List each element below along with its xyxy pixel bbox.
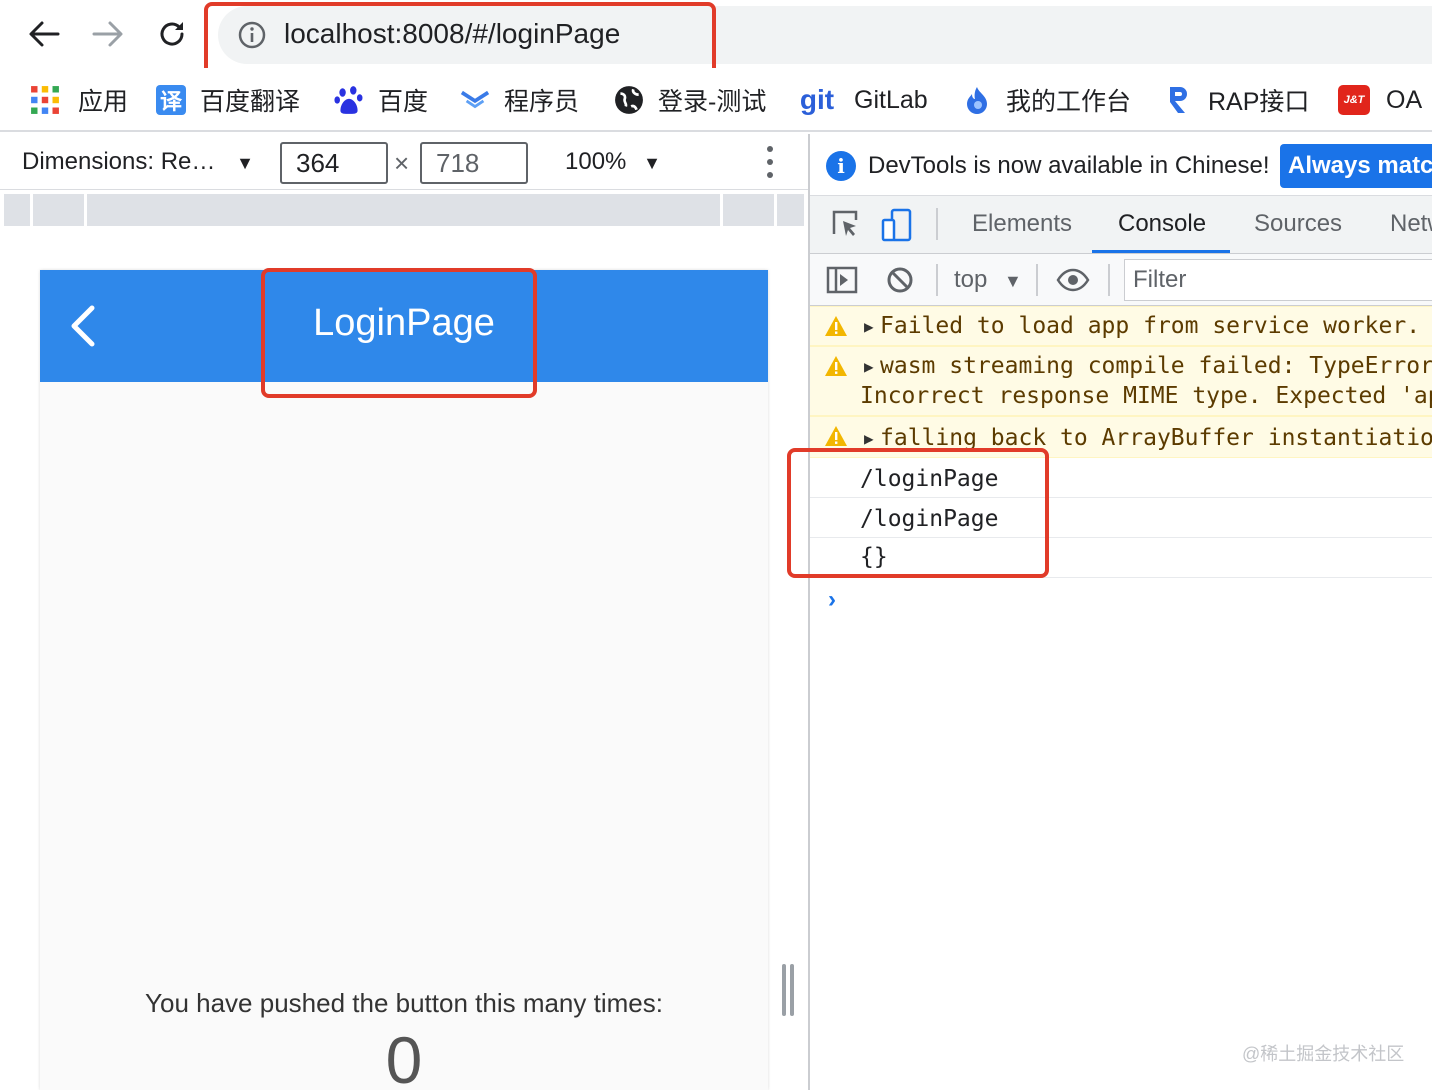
bookmark-label: 应用 (78, 88, 129, 116)
bookmark-baidu[interactable]: 百度 (334, 80, 428, 120)
apps-grid-icon (31, 86, 59, 114)
title-highlight-box (261, 268, 537, 398)
bookmark-label: GitLab (854, 85, 928, 114)
bookmark-programmer[interactable]: 程序员 (460, 80, 579, 120)
zoom-label: 100% (565, 148, 627, 175)
flame-logo-icon (967, 87, 987, 114)
tab-console[interactable]: Console (1118, 210, 1206, 238)
bookmark-baidu-translate[interactable]: 译 百度翻译 (156, 80, 300, 120)
watermark: @稀土掘金技术社区 (1242, 1044, 1405, 1064)
jt-logo-icon: J&T (1338, 85, 1370, 115)
device-toggle-icon[interactable] (880, 208, 914, 242)
resize-handle[interactable] (782, 964, 794, 1016)
times-sign: × (394, 148, 410, 178)
bookmark-apps[interactable]: 应用 (30, 80, 128, 120)
clear-console-icon[interactable] (886, 266, 914, 294)
language-infobar: i DevTools is now available in Chinese! … (810, 134, 1432, 196)
caret-down-icon: ▼ (236, 153, 254, 173)
filter-input[interactable]: Filter (1124, 259, 1432, 301)
expand-triangle-icon[interactable]: ▶ (864, 317, 874, 336)
bookmark-label: 登录-测试 (658, 88, 767, 116)
console-toolbar: top ▼ Filter (810, 254, 1432, 306)
rap-logo-icon (1170, 87, 1187, 113)
width-input[interactable]: 364 (280, 142, 388, 184)
bookmark-label: 百度翻译 (200, 88, 301, 116)
arrow-right-icon (92, 21, 123, 47)
console-message-text: Failed to load app from service worker. (880, 313, 1421, 339)
live-expression-eye-icon[interactable] (1056, 268, 1090, 292)
bookmark-workbench[interactable]: 我的工作台 (962, 80, 1131, 120)
reload-icon (160, 22, 184, 46)
devtools-tabbar: Elements Console Sources Network (810, 196, 1432, 254)
counter-value: 0 (385, 1023, 423, 1090)
browser-toolbar: localhost:8008/#/loginPage (0, 0, 1432, 77)
url-highlight-box (204, 2, 716, 77)
dimensions-label: Dimensions: Re… (22, 148, 216, 175)
bookmark-rap[interactable]: RAP接口 (1164, 80, 1309, 120)
forward-button[interactable] (86, 12, 130, 56)
tab-sources[interactable]: Sources (1254, 210, 1342, 238)
back-button[interactable] (22, 12, 66, 56)
bookmark-label: RAP接口 (1208, 88, 1310, 116)
infobar-message: DevTools is now available in Chinese! (868, 152, 1270, 179)
baidu-paw-icon (334, 86, 363, 114)
tab-elements[interactable]: Elements (972, 210, 1072, 238)
context-label: top (954, 266, 988, 293)
devtools-panel: i DevTools is now available in Chinese! … (808, 134, 1432, 1090)
tab-network[interactable]: Network (1390, 210, 1432, 238)
warning-icon (825, 316, 847, 336)
chevron-logo-icon (460, 90, 490, 109)
bookmark-label: 我的工作台 (1006, 88, 1132, 116)
more-options-icon[interactable] (760, 146, 780, 178)
bookmark-gitlab[interactable]: git GitLab (800, 80, 928, 120)
reload-button[interactable] (150, 12, 194, 56)
bookmark-login-test[interactable]: 登录-测试 (614, 80, 766, 120)
bookmarks-bar: 应用 译 百度翻译 百度 程序员 登录-测试 git GitLab 我的工作台 … (0, 68, 1432, 132)
console-message-text-continued: Incorrect response MIME type. Expected '… (860, 383, 1432, 409)
git-logo-icon: git (799, 84, 835, 115)
console-warning-row[interactable]: ▶ wasm streaming compile failed: TypeErr… (810, 346, 1432, 416)
active-tab-indicator (1092, 250, 1230, 253)
height-input[interactable]: 718 (420, 142, 528, 184)
console-prompt[interactable]: › (828, 586, 836, 614)
sidebar-toggle-icon[interactable] (826, 266, 858, 294)
baidu-translate-icon: 译 (156, 85, 186, 115)
device-toolbar: Dimensions: Re… ▼ 364 × 718 100% ▼ (0, 134, 808, 190)
caret-down-icon: ▼ (643, 153, 661, 173)
always-match-button[interactable]: Always match (1280, 144, 1432, 188)
counter-description: You have pushed the button this many tim… (145, 988, 663, 1018)
media-query-ruler[interactable] (4, 194, 804, 226)
warning-icon (825, 356, 847, 376)
globe-icon (615, 86, 643, 114)
zoom-dropdown[interactable]: 100% ▼ (565, 148, 661, 176)
expand-triangle-icon[interactable]: ▶ (864, 429, 874, 448)
inspect-element-icon[interactable] (830, 208, 860, 240)
bookmark-oa[interactable]: J&T OA (1338, 80, 1422, 120)
console-warning-row[interactable]: ▶ Failed to load app from service worker… (810, 306, 1432, 346)
arrow-left-icon (29, 21, 60, 47)
dimensions-dropdown[interactable]: Dimensions: Re… ▼ (22, 148, 254, 176)
bookmark-label: OA (1386, 85, 1423, 114)
bookmark-label: 程序员 (504, 88, 580, 116)
context-selector[interactable]: top ▼ (954, 266, 1022, 294)
warning-icon (825, 426, 847, 446)
info-icon: i (826, 151, 856, 181)
console-message-text: wasm streaming compile failed: TypeError… (880, 353, 1432, 379)
console-highlight-box (787, 448, 1049, 578)
bookmark-label: 百度 (378, 88, 429, 116)
caret-down-icon: ▼ (1004, 271, 1022, 291)
expand-triangle-icon[interactable]: ▶ (864, 357, 874, 376)
